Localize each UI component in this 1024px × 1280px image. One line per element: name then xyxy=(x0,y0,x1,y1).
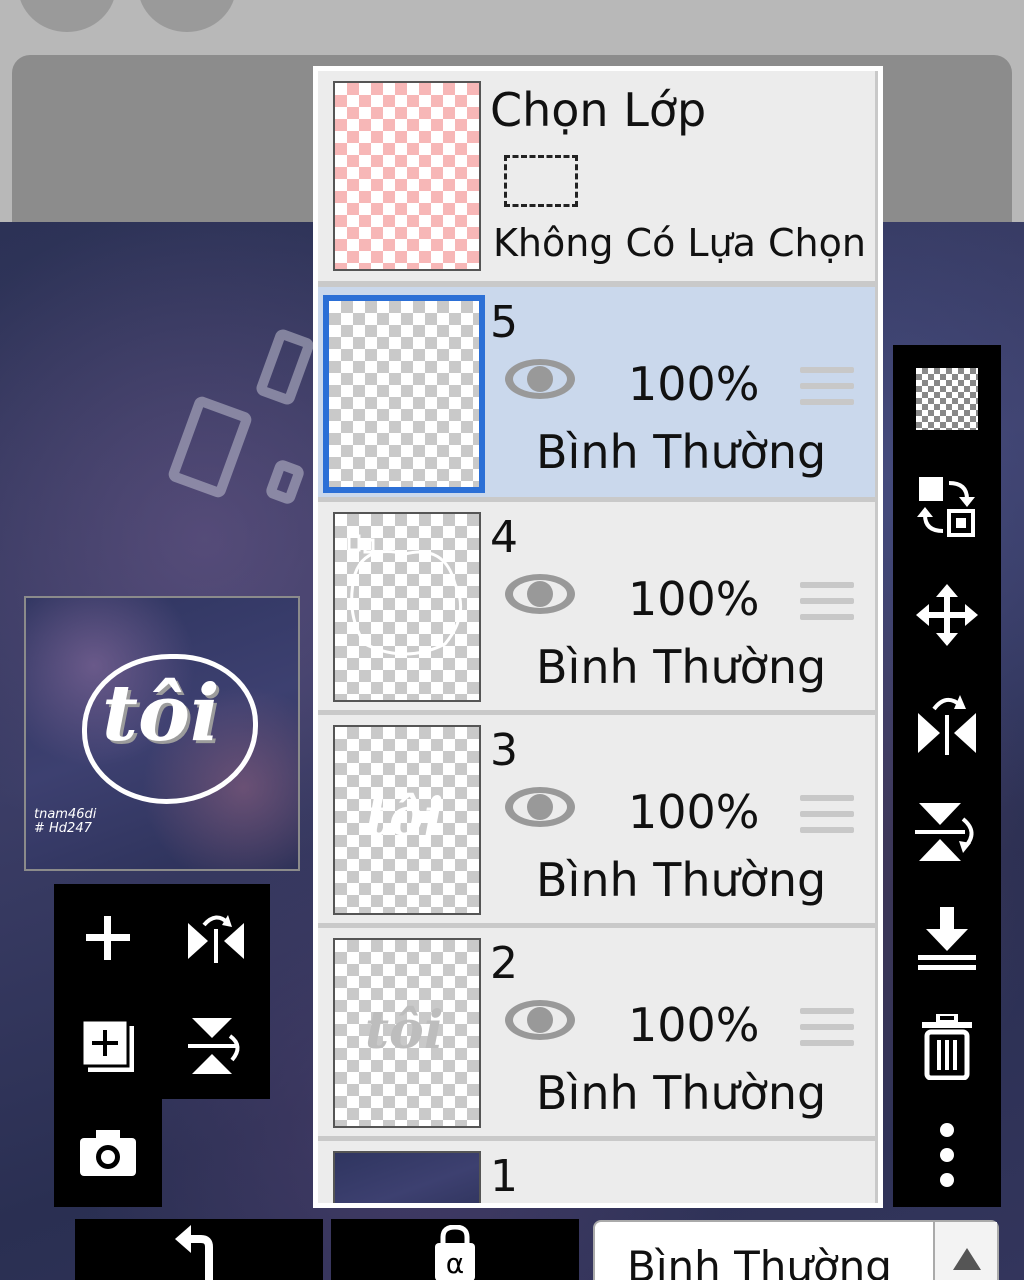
selection-layer-row[interactable]: Chọn Lớp Không Có Lựa Chọn xyxy=(318,71,875,281)
thumbnail-art: tôi xyxy=(365,1000,444,1061)
flip-horizontal-icon xyxy=(188,915,244,963)
preview-signature: tnam46di # Hd247 xyxy=(34,808,96,836)
signature-line: # Hd247 xyxy=(34,821,92,836)
svg-text:α: α xyxy=(446,1247,464,1280)
layer-row-4[interactable]: 4 100% Bình Thường xyxy=(318,502,875,710)
layer-panel: Chọn Lớp Không Có Lựa Chọn 5 100% Bình T… xyxy=(313,66,883,1208)
blend-mode-value: Bình Thường xyxy=(627,1242,892,1280)
flip-horizontal-icon xyxy=(918,695,976,755)
flip-vertical-icon xyxy=(188,1018,240,1074)
more-icon xyxy=(940,1123,954,1187)
top-button-circle[interactable] xyxy=(138,0,236,32)
layer-number: 1 xyxy=(490,1151,518,1202)
drag-handle-icon[interactable] xyxy=(800,367,854,413)
left-toolbar-bottom xyxy=(54,1099,162,1207)
selection-status: Không Có Lựa Chọn xyxy=(493,221,866,265)
layer-blend-mode: Bình Thường xyxy=(536,1066,827,1120)
drag-handle-icon[interactable] xyxy=(800,582,854,628)
eye-icon[interactable] xyxy=(503,572,577,616)
dropdown-arrow[interactable] xyxy=(933,1222,997,1280)
layer-blend-mode: Bình Thường xyxy=(536,425,827,479)
left-toolbar xyxy=(54,884,270,1099)
alpha-lock-icon: α xyxy=(435,1225,475,1280)
top-bar xyxy=(0,0,1024,60)
layer-thumbnail xyxy=(323,295,485,493)
thumbnail-art: tôi xyxy=(365,787,444,848)
layer-thumbnail: tôi xyxy=(333,938,481,1128)
move-button[interactable] xyxy=(893,561,1001,669)
layer-row-5[interactable]: 5 100% Bình Thường xyxy=(318,287,875,497)
flip-horizontal-button[interactable] xyxy=(893,669,1001,777)
layer-thumbnail: tôi xyxy=(333,725,481,915)
drag-handle-icon[interactable] xyxy=(800,1008,854,1054)
blend-mode-select[interactable]: Bình Thường xyxy=(593,1220,999,1280)
delete-layer-button[interactable] xyxy=(893,993,1001,1101)
layer-blend-mode: Bình Thường xyxy=(536,640,827,694)
duplicate-layer-icon xyxy=(80,1018,134,1072)
layer-blend-mode: Bình Thường xyxy=(536,853,827,907)
eye-icon[interactable] xyxy=(503,357,577,401)
flip-vertical-button[interactable] xyxy=(893,777,1001,885)
merge-down-icon xyxy=(918,907,976,970)
eye-icon[interactable] xyxy=(503,998,577,1042)
alpha-lock-button[interactable]: α xyxy=(331,1219,579,1280)
layer-opacity[interactable]: 100% xyxy=(628,572,760,626)
artwork-shape xyxy=(166,394,254,500)
add-layer-button[interactable] xyxy=(54,884,162,992)
artwork-shape xyxy=(254,327,316,407)
layer-list: Chọn Lớp Không Có Lựa Chọn 5 100% Bình T… xyxy=(318,71,878,1203)
top-button-circle[interactable] xyxy=(18,0,116,32)
swap-layers-button[interactable] xyxy=(893,453,1001,561)
transparency-button[interactable] xyxy=(893,345,1001,453)
layer-number: 3 xyxy=(490,725,518,776)
merge-down-button[interactable] xyxy=(893,885,1001,993)
thumbnail-art xyxy=(347,534,463,656)
selection-thumbnail xyxy=(333,81,481,271)
selection-marquee-icon xyxy=(504,155,578,207)
eye-icon[interactable] xyxy=(503,785,577,829)
canvas-preview[interactable]: tôi tnam46di # Hd247 xyxy=(24,596,300,871)
move-icon xyxy=(916,584,978,646)
signature-line: tnam46di xyxy=(34,807,97,822)
delete-icon xyxy=(922,1014,972,1080)
undo-icon xyxy=(175,1225,213,1280)
right-toolbar xyxy=(893,345,1001,1207)
layer-thumbnail xyxy=(333,512,481,702)
preview-text: tôi xyxy=(102,668,220,759)
add-layer-icon xyxy=(86,916,130,960)
layer-row-3[interactable]: tôi 3 100% Bình Thường xyxy=(318,715,875,923)
drag-handle-icon[interactable] xyxy=(800,795,854,841)
layer-number: 4 xyxy=(490,512,518,563)
more-options-button[interactable] xyxy=(893,1101,1001,1209)
layer-number: 5 xyxy=(490,297,518,348)
layer-row-1[interactable]: 1 xyxy=(318,1141,875,1203)
camera-button[interactable] xyxy=(54,1099,162,1207)
layer-opacity[interactable]: 100% xyxy=(628,785,760,839)
undo-button[interactable] xyxy=(75,1219,323,1280)
layer-opacity[interactable]: 100% xyxy=(628,357,760,411)
transparency-icon xyxy=(916,368,978,430)
layer-opacity[interactable]: 100% xyxy=(628,998,760,1052)
selection-title: Chọn Lớp xyxy=(490,83,707,137)
duplicate-layer-button[interactable] xyxy=(54,992,162,1100)
layer-thumbnail xyxy=(333,1151,481,1203)
flip-horizontal-button[interactable] xyxy=(162,884,270,992)
camera-icon xyxy=(80,1130,136,1176)
flip-vertical-button[interactable] xyxy=(162,992,270,1100)
layer-number: 2 xyxy=(490,938,518,989)
layer-row-2[interactable]: tôi 2 100% Bình Thường xyxy=(318,928,875,1136)
chevron-up-icon xyxy=(953,1248,981,1270)
artwork-shape xyxy=(264,458,306,506)
swap-layers-icon xyxy=(917,477,975,537)
flip-vertical-icon xyxy=(915,803,974,861)
